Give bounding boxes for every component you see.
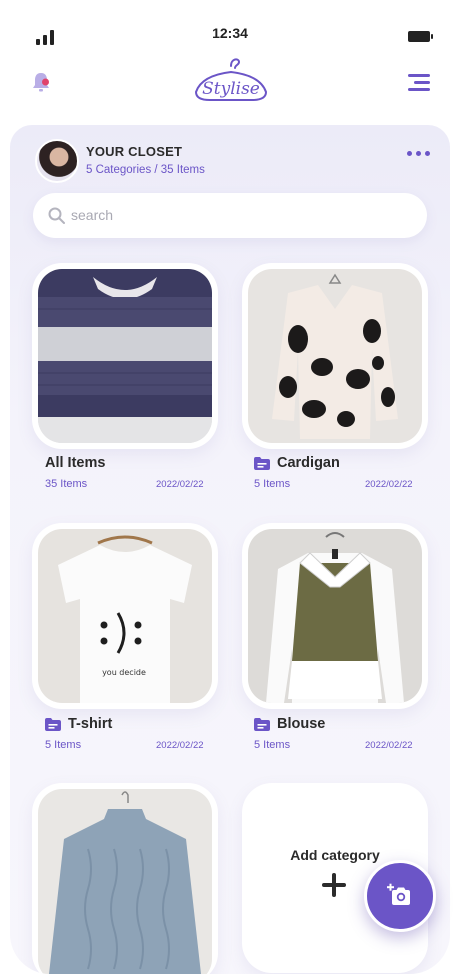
category-date: 2022/02/22	[365, 479, 413, 490]
category-count: 35 Items	[45, 478, 88, 490]
sweater-photo	[38, 789, 212, 974]
category-title: Cardigan	[254, 455, 340, 471]
category-card-sweater[interactable]	[32, 783, 218, 974]
category-name: Blouse	[277, 716, 326, 732]
category-title: T-shirt	[45, 716, 112, 732]
battery-icon	[408, 31, 433, 42]
category-title: All Items	[45, 455, 105, 471]
tshirt-photo: you decide	[38, 529, 212, 703]
plus-icon[interactable]	[322, 873, 346, 897]
category-name: T-shirt	[68, 716, 113, 732]
closet-title: YOUR CLOSET	[86, 144, 183, 159]
more-options-icon[interactable]	[407, 151, 430, 156]
status-time: 12:34	[212, 25, 248, 41]
category-card-cardigan[interactable]	[242, 263, 428, 449]
stylise-logo: Stylise	[190, 52, 272, 104]
category-date: 2022/02/22	[156, 740, 204, 751]
closet-subtitle: 5 Categories / 35 Items	[86, 164, 205, 176]
category-date: 2022/02/22	[156, 479, 204, 490]
category-card-blouse[interactable]	[242, 523, 428, 709]
folder-icon	[254, 717, 270, 731]
all-items-photo	[38, 269, 212, 443]
app-header: Stylise	[0, 50, 460, 110]
closet-panel: YOUR CLOSET 5 Categories / 35 Items sear…	[10, 125, 450, 974]
cardigan-photo	[248, 269, 422, 443]
closet-header: YOUR CLOSET 5 Categories / 35 Items	[35, 139, 430, 183]
tshirt-print-text: you decide	[102, 668, 146, 677]
category-card-all-items[interactable]	[32, 263, 218, 449]
category-card-tshirt[interactable]: you decide	[32, 523, 218, 709]
camera-plus-icon	[387, 883, 410, 905]
category-name: Cardigan	[277, 455, 340, 471]
category-count: 5 Items	[45, 739, 82, 751]
menu-icon[interactable]	[408, 74, 430, 91]
bell-icon[interactable]	[30, 70, 52, 94]
search-placeholder: search	[71, 207, 114, 223]
folder-icon	[254, 456, 270, 470]
search-input[interactable]: search	[33, 193, 427, 238]
blouse-photo	[248, 529, 422, 703]
avatar[interactable]	[35, 139, 79, 183]
add-photo-button[interactable]	[364, 860, 436, 932]
category-title: Blouse	[254, 716, 325, 732]
folder-icon	[45, 717, 61, 731]
search-icon	[48, 207, 65, 224]
category-date: 2022/02/22	[365, 740, 413, 751]
category-count: 5 Items	[254, 739, 291, 751]
category-count: 5 Items	[254, 478, 291, 490]
category-name: All Items	[45, 455, 106, 471]
logo-text: Stylise	[202, 79, 260, 99]
